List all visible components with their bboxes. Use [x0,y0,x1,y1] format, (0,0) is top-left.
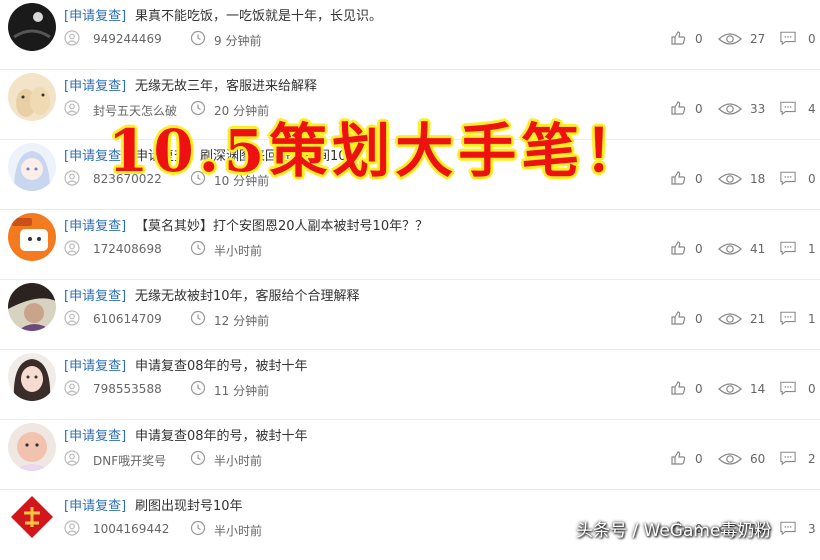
view-count: 60 [750,452,766,466]
eye-icon [718,313,742,325]
list-item[interactable]: [申请复查] 【莫名其妙】打个安图恩20人副本被封号10年？？ 17240869… [0,210,820,280]
comment-count: 3 [808,522,816,536]
eye-icon [718,383,742,395]
post-time: 半小时前 [214,244,263,258]
view-count: 41 [750,242,766,256]
avatar[interactable] [8,283,56,331]
list-item[interactable]: [申请复查] 果真不能吃饭，一吃饭就是十年，长见识。 949244469 9 分… [0,0,820,70]
avatar[interactable] [8,493,56,541]
post-time: 11 分钟前 [214,384,270,398]
overlay-caption: 10.5策划大手笔！ [108,117,648,185]
post-title[interactable]: 申请复查08年的号，被封十年 [135,425,308,444]
comment-count: 1 [808,242,816,256]
like-count: 0 [695,452,703,466]
clock-icon [190,310,206,326]
comment-icon[interactable] [780,450,796,466]
user-icon [64,450,80,466]
thumbs-up-icon[interactable] [670,100,686,116]
clock-icon [190,520,206,536]
post-title[interactable]: 无缘无故三年，客服进来给解释 [135,75,317,94]
post-author[interactable]: 172408698 [93,242,162,256]
post-tag[interactable]: [申请复查] [64,5,126,24]
user-icon [64,310,80,326]
post-tag[interactable]: [申请复查] [64,215,126,234]
user-icon [64,240,80,256]
comment-count: 4 [808,102,816,116]
post-author[interactable]: 1004169442 [93,522,169,536]
post-tag[interactable]: [申请复查] [64,425,126,444]
list-item[interactable]: [申请复查] 申请复查08年的号，被封十年 DNF哦开奖号 半小时前 0 60 … [0,420,820,490]
user-icon [64,380,80,396]
list-item[interactable]: [申请复查] 申请复查08年的号，被封十年 798553588 11 分钟前 0… [0,350,820,420]
view-count: 27 [750,32,766,46]
post-time: 9 分钟前 [214,34,262,48]
eye-icon [718,243,742,255]
comment-icon[interactable] [780,30,796,46]
user-icon [64,100,80,116]
like-count: 0 [695,32,703,46]
post-time: 12 分钟前 [214,314,270,328]
post-title[interactable]: 无缘无故被封10年，客服给个合理解释 [135,285,360,304]
comment-icon[interactable] [780,380,796,396]
user-icon [64,520,80,536]
post-tag[interactable]: [申请复查] [64,355,126,374]
like-count: 0 [695,382,703,396]
clock-icon [190,30,206,46]
comment-count: 0 [808,382,816,396]
comment-count: 2 [808,452,816,466]
post-title[interactable]: 刷图出现封号10年 [135,495,243,514]
like-count: 0 [695,102,703,116]
view-count: 18 [750,172,766,186]
avatar[interactable] [8,3,56,51]
comment-icon[interactable] [780,240,796,256]
watermark: 头条号 / WeGame毒奶粉 [576,521,772,541]
post-time: 半小时前 [214,524,263,538]
post-title[interactable]: 申请复查08年的号，被封十年 [135,355,308,374]
list-item[interactable]: [申请复查] 无缘无故被封10年，客服给个合理解释 610614709 12 分… [0,280,820,350]
post-author[interactable]: DNF哦开奖号 [93,452,166,469]
comment-icon[interactable] [780,170,796,186]
user-icon [64,170,80,186]
comment-icon[interactable] [780,520,796,536]
post-tag[interactable]: [申请复查] [64,75,126,94]
post-author[interactable]: 798553588 [93,382,162,396]
clock-icon [190,450,206,466]
post-tag[interactable]: [申请复查] [64,285,126,304]
avatar[interactable] [8,353,56,401]
post-title[interactable]: 【莫名其妙】打个安图恩20人副本被封号10年？？ [135,215,428,234]
thumbs-up-icon[interactable] [670,30,686,46]
thumbs-up-icon[interactable] [670,240,686,256]
avatar[interactable] [8,213,56,261]
view-count: 14 [750,382,766,396]
user-icon [64,30,80,46]
post-tag[interactable]: [申请复查] [64,495,126,514]
eye-icon [718,33,742,45]
comment-icon[interactable] [780,100,796,116]
thumbs-up-icon[interactable] [670,170,686,186]
avatar[interactable] [8,143,56,191]
comment-count: 0 [808,32,816,46]
post-author[interactable]: 610614709 [93,312,162,326]
clock-icon [190,380,206,396]
comment-count: 0 [808,172,816,186]
post-author[interactable]: 949244469 [93,32,162,46]
view-count: 33 [750,102,766,116]
thumbs-up-icon[interactable] [670,310,686,326]
view-count: 21 [750,312,766,326]
like-count: 0 [695,242,703,256]
avatar[interactable] [8,423,56,471]
eye-icon [718,103,742,115]
eye-icon [718,173,742,185]
avatar[interactable] [8,73,56,121]
comment-icon[interactable] [780,310,796,326]
clock-icon [190,240,206,256]
like-count: 0 [695,172,703,186]
post-title[interactable]: 果真不能吃饭，一吃饭就是十年，长见识。 [135,5,382,24]
post-time: 半小时前 [214,454,263,468]
eye-icon [718,453,742,465]
thumbs-up-icon[interactable] [670,380,686,396]
thumbs-up-icon[interactable] [670,450,686,466]
like-count: 0 [695,312,703,326]
comment-count: 1 [808,312,816,326]
